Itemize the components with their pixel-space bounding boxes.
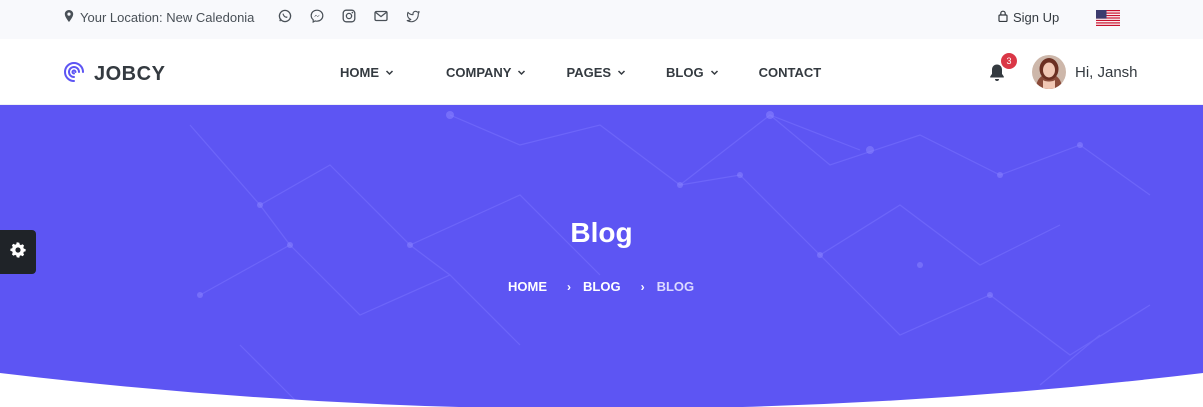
brand-name: JOBCY — [94, 63, 166, 85]
nav-item-home[interactable]: HOME — [340, 65, 394, 80]
nav-item-contact[interactable]: CONTACT — [759, 65, 822, 80]
breadcrumb-home[interactable]: HOME — [508, 279, 547, 294]
nav-item-company[interactable]: COMPANY — [446, 65, 526, 80]
twitter-icon[interactable] — [406, 9, 420, 23]
map-pin-icon — [64, 10, 74, 25]
main-navbar: JOBCY HOME COMPANY PAGES BLOG CONTACT 3 — [0, 39, 1203, 105]
sign-up-link[interactable]: Sign Up — [998, 10, 1059, 25]
nav-item-label: COMPANY — [446, 65, 512, 80]
page-title: Blog — [570, 217, 633, 248]
social-links — [278, 9, 420, 23]
page-hero: Blog HOME › BLOG › BLOG — [0, 105, 1203, 407]
chevron-right-icon: › — [640, 279, 645, 294]
nav-menu: HOME COMPANY PAGES BLOG CONTACT — [340, 65, 861, 80]
brand-logo[interactable]: JOBCY — [62, 60, 165, 89]
notification-badge: 3 — [1001, 53, 1017, 69]
nav-item-label: HOME — [340, 65, 379, 80]
mail-icon[interactable] — [374, 9, 388, 23]
nav-item-label: BLOG — [666, 65, 704, 80]
breadcrumb: HOME › BLOG › BLOG — [508, 279, 694, 294]
location: Your Location: New Caledonia — [64, 10, 254, 25]
avatar[interactable] — [1032, 55, 1066, 89]
user-greeting[interactable]: Hi, Jansh — [1075, 64, 1138, 81]
us-flag-icon[interactable] — [1096, 10, 1120, 26]
chevron-down-icon — [617, 68, 626, 77]
chevron-right-icon: › — [567, 279, 571, 294]
chevron-down-icon — [517, 68, 526, 77]
location-text: Your Location: New Caledonia — [80, 10, 255, 25]
lock-icon — [998, 10, 1008, 25]
gear-icon — [9, 241, 27, 264]
hero-curve — [0, 373, 1203, 407]
nav-item-pages[interactable]: PAGES — [566, 65, 626, 80]
breadcrumb-current: BLOG — [656, 279, 695, 294]
nav-item-label: PAGES — [566, 65, 612, 80]
settings-toggle[interactable] — [0, 230, 36, 274]
nav-item-label: CONTACT — [758, 65, 822, 80]
sign-up-label: Sign Up — [1013, 10, 1060, 25]
breadcrumb-blog[interactable]: BLOG — [583, 279, 621, 294]
chevron-down-icon — [710, 68, 719, 77]
nav-item-blog[interactable]: BLOG — [666, 65, 719, 80]
logo-icon — [62, 60, 86, 89]
top-bar: Your Location: New Caledonia Sign Up — [0, 0, 1203, 39]
whatsapp-icon[interactable] — [278, 9, 292, 23]
chevron-down-icon — [385, 68, 394, 77]
instagram-icon[interactable] — [342, 9, 356, 23]
messenger-icon[interactable] — [310, 9, 324, 23]
